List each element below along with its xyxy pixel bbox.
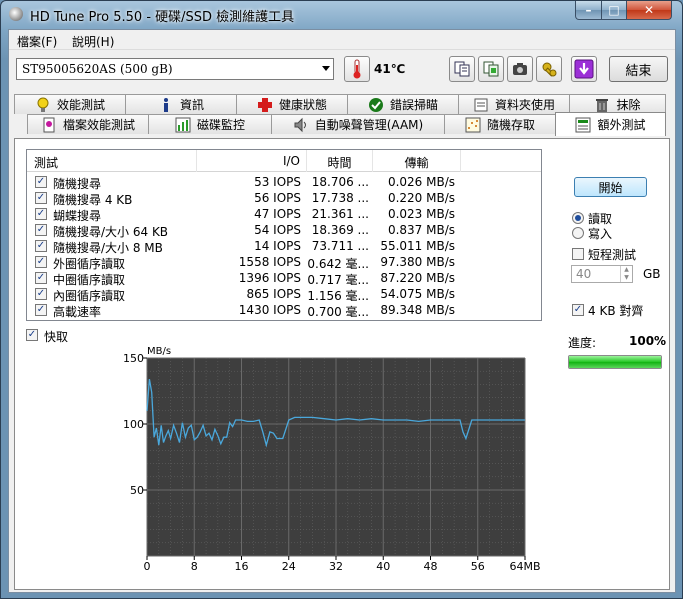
tab-label: 資訊 [179,98,204,112]
tab-random-access[interactable]: 隨機存取 [444,114,556,134]
tab-file-benchmark[interactable]: 檔案效能測試 [27,114,149,134]
close-icon: ✕ [643,3,655,17]
health-cross-icon [257,97,273,113]
tab-label: 隨機存取 [486,118,535,132]
wrench-icon [542,62,557,77]
copy-button[interactable] [478,56,504,82]
tab-erase[interactable]: 抹除 [569,94,666,114]
extra-tests-panel: 測試 I/O 時間 傳輸 ✓ 隨機搜尋 53 IOPS 18.706 ... 0.026… [14,138,670,590]
maximize-icon: □ [608,3,620,17]
start-button[interactable]: 開始 [574,177,647,197]
menu-file[interactable]: 檔案(F) [17,33,57,50]
write-label: 寫入 [588,227,613,241]
maximize-button[interactable]: □ [601,1,627,20]
x-tick-label: 16 [235,560,249,573]
tab-label: 資料夾使用 [494,98,555,112]
y-tick-label: 100 [123,418,144,431]
size-unit: GB [643,267,661,281]
tab-label: 磁碟監控 [196,118,245,132]
transfer-rate-chart: 50 100 150 0 8 16 24 32 40 48 56 64MB MB/s [123,346,541,573]
tab-folder-usage[interactable]: 資料夾使用 [458,94,570,114]
start-button-label: 開始 [598,180,623,195]
camera-icon [513,63,527,75]
tab-disk-monitor[interactable]: 磁碟監控 [148,114,272,134]
tab-aam[interactable]: 自動噪聲管理(AAM) [271,114,445,134]
thermometer-icon [353,59,361,79]
tab-error-scan[interactable]: 錯誤掃瞄 [347,94,459,114]
close-button[interactable]: ✕ [626,1,672,20]
screenshot-button[interactable] [507,56,533,82]
tab-extra-tests[interactable]: 額外測試 [555,112,666,136]
progress-bar [568,355,662,369]
tab-label: 錯誤掃瞄 [389,98,438,112]
x-tick-label: 8 [191,560,198,573]
tab-label: 檔案效能測試 [62,118,135,132]
progress-value: 100% [629,334,667,348]
drive-select-value: ST95005620AS (500 gB) [22,62,173,76]
copy-text-icon [454,61,470,77]
progress-fill [569,356,661,368]
tab-benchmark[interactable]: 效能測試 [14,94,126,114]
x-tick-label: 56 [471,560,485,573]
tab-label: 效能測試 [56,98,105,112]
spin-down-icon[interactable]: ▼ [620,274,632,282]
x-tick-label: 24 [282,560,296,573]
info-icon [158,97,174,113]
y-axis-label: MB/s [147,346,171,357]
tab-label: 抹除 [616,98,641,112]
file-benchmark-icon [41,117,57,133]
copy-text-button[interactable] [449,56,475,82]
options-button[interactable] [536,56,562,82]
exit-button[interactable]: 結束 [609,56,668,82]
temperature-readout: 41℃ [374,62,406,76]
minimize-icon: – [585,3,592,17]
copy-icon [483,61,499,77]
tab-label: 自動噪聲管理(AAM) [314,118,424,132]
exit-button-label: 結束 [625,63,652,79]
client-area: 檔案(F) 說明(H) ST95005620AS (500 gB) 41℃ 結束… [8,29,676,593]
scatter-chart-icon [465,117,481,133]
tab-health[interactable]: 健康狀態 [236,94,348,114]
chevron-down-icon [322,66,330,71]
temperature-button[interactable] [344,56,370,82]
title-bar[interactable]: HD Tune Pro 5.50 - 硬碟/SSD 檢測維護工具 – □ ✕ [1,1,682,27]
extra-tests-icon [575,117,591,133]
tab-label: 健康狀態 [278,98,327,112]
window-title: HD Tune Pro 5.50 - 硬碟/SSD 檢測維護工具 [30,10,295,25]
x-tick-label: 40 [376,560,390,573]
error-scan-icon [368,97,384,113]
spin-up-icon[interactable]: ▲ [620,266,632,274]
x-tick-label: 32 [329,560,343,573]
tab-label: 額外測試 [597,118,646,132]
tab-strip: 效能測試 資訊 健康狀態 錯誤掃瞄 資料夾使用 抹除 檔案效能測試 磁碟監控 自… [9,92,675,138]
app-window: HD Tune Pro 5.50 - 硬碟/SSD 檢測維護工具 – □ ✕ 檔… [0,0,683,599]
x-tick-label: 0 [144,560,151,573]
menu-help[interactable]: 說明(H) [72,33,114,50]
app-icon [9,7,23,21]
size-spinner-value: 40 [576,267,592,281]
save-button[interactable] [571,56,597,82]
bar-chart-icon [175,117,191,133]
toolbar: ST95005620AS (500 gB) 41℃ 結束 [9,52,675,88]
download-arrow-icon [574,59,594,79]
x-tick-label: 48 [424,560,438,573]
trash-icon [594,97,610,113]
drive-select[interactable]: ST95005620AS (500 gB) [16,58,334,80]
short-test-label: 短程測試 [588,248,637,262]
x-tick-label: 64MB [509,560,540,573]
tab-info[interactable]: 資訊 [125,94,237,114]
minimize-button[interactable]: – [575,1,602,20]
lightbulb-icon [35,97,51,113]
y-tick-label: 50 [130,484,144,497]
speaker-icon [293,117,309,133]
size-spinner[interactable]: 40 ▲ ▼ [571,265,633,283]
y-tick-label: 150 [123,352,144,365]
align-label: 4 KB 對齊 [588,304,644,318]
folder-icon [473,97,489,113]
menu-bar: 檔案(F) 說明(H) [9,30,675,50]
